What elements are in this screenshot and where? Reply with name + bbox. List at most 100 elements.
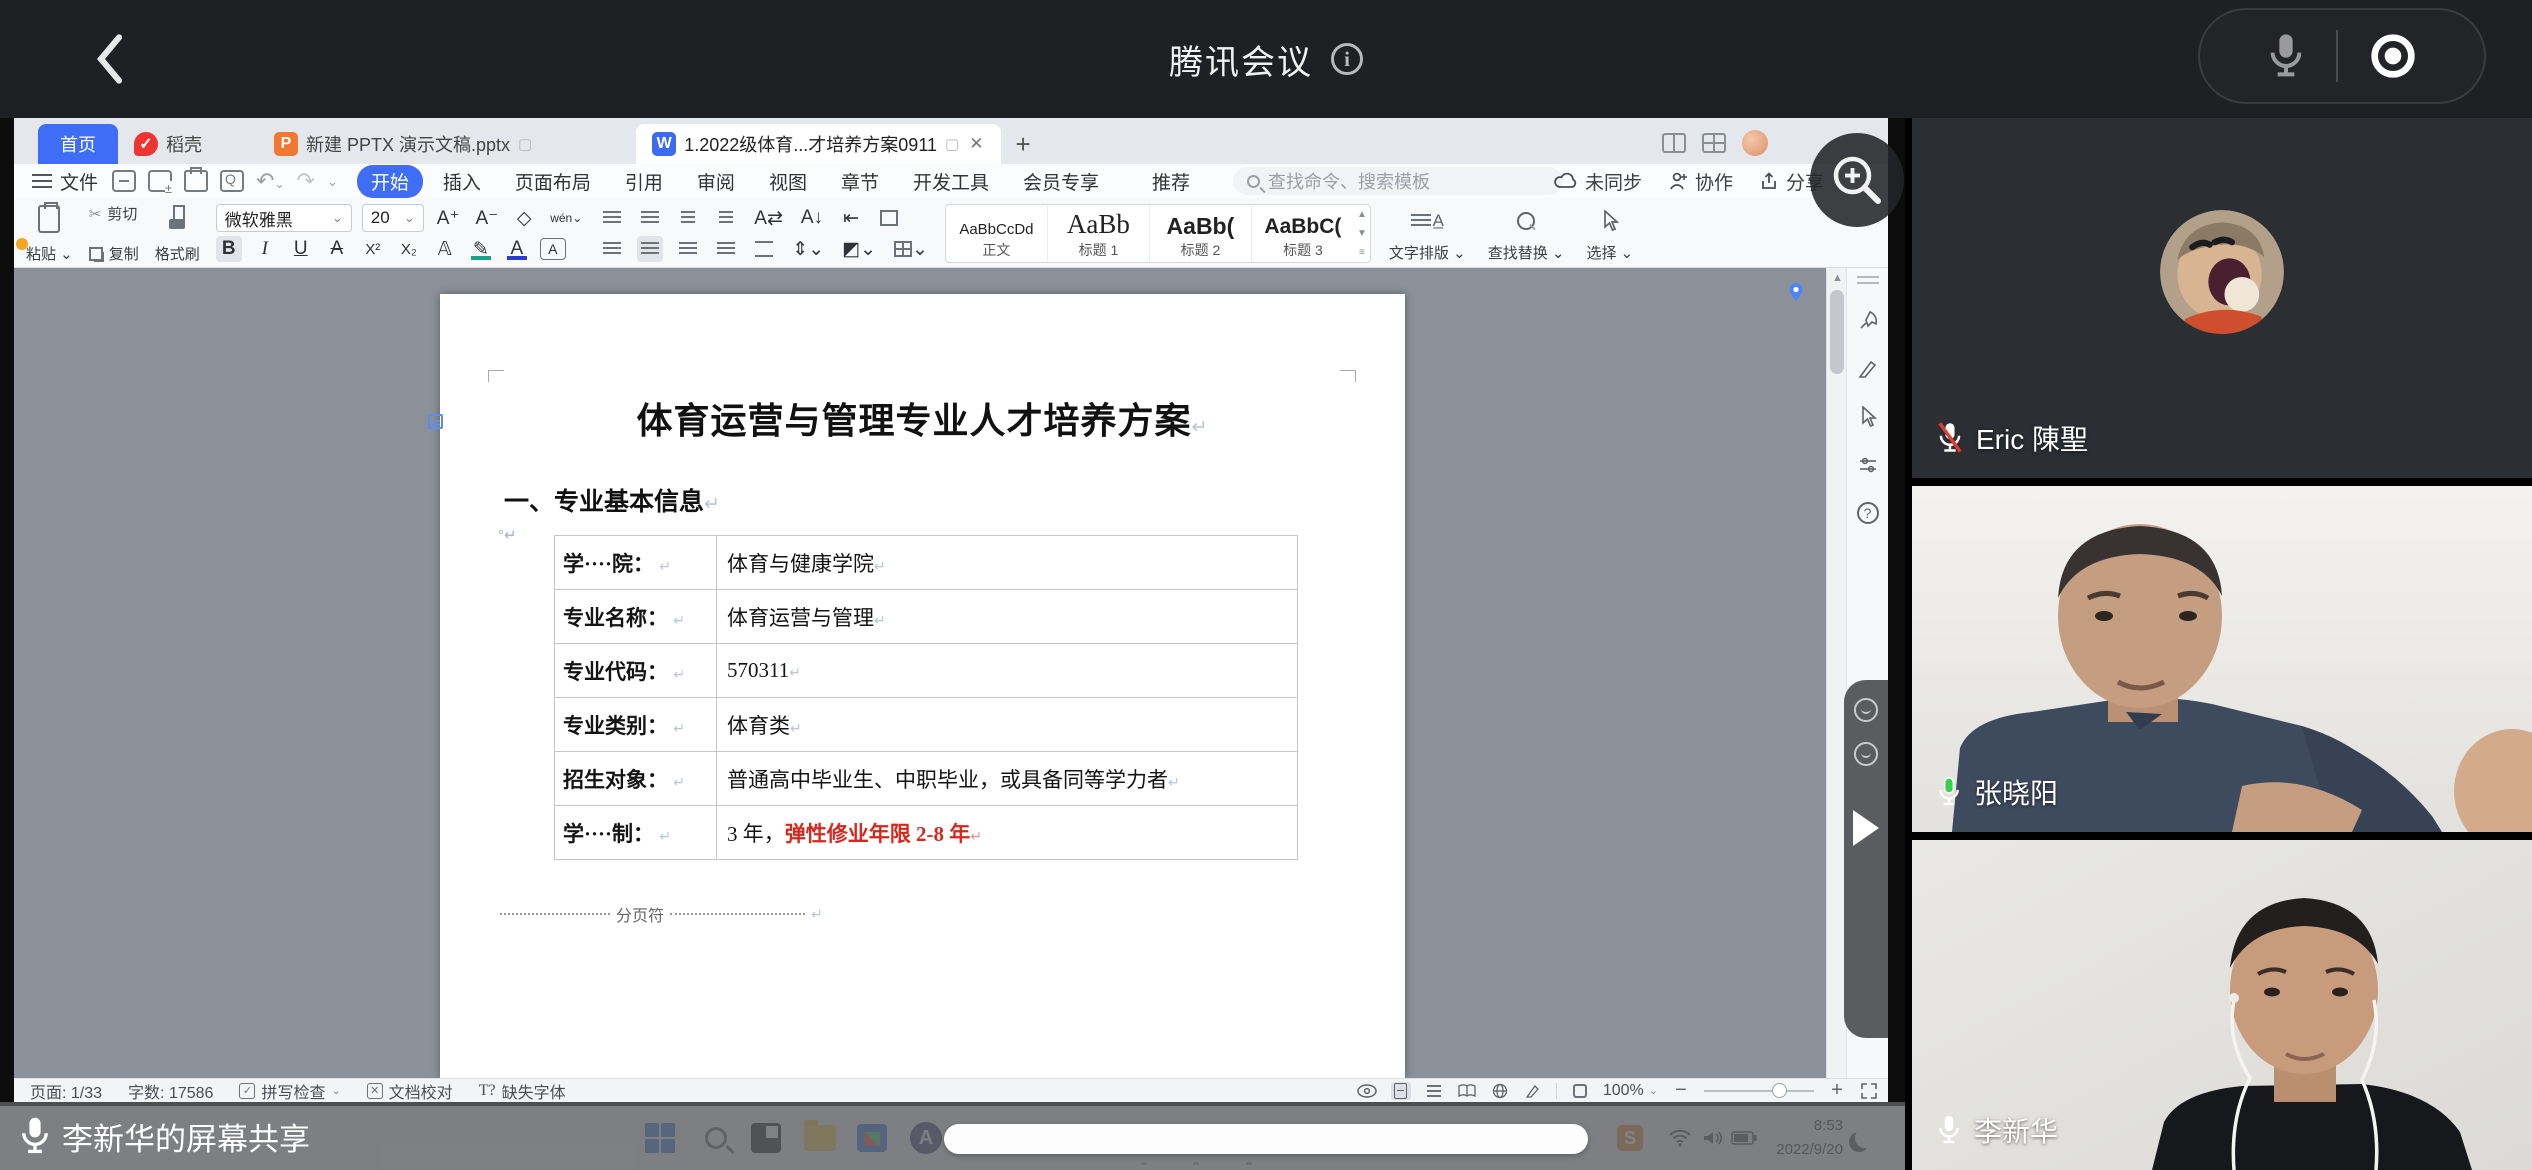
redo-icon[interactable]: ↷ [297,170,315,192]
tab-docer[interactable]: ✓ 稻壳 [118,124,218,164]
style-heading3[interactable]: AaBbC( 标题 3 [1252,205,1354,262]
participant-tile-eric[interactable]: Eric 陳聖 [1912,118,2532,478]
spell-check-toggle[interactable]: ✓ 拼写检查⌄ [239,1079,340,1103]
read-mode-icon[interactable] [1457,1082,1477,1100]
participant-tile-lixinhua[interactable]: 李新华 [1912,840,2532,1170]
collaborate-button[interactable]: 协作 [1668,168,1733,195]
undo-icon[interactable]: ↶⌄ [256,170,285,192]
sidebar-collapse-handle[interactable] [1844,680,1888,1038]
text-effects-icon[interactable]: 𝔸 [432,236,458,262]
align-left-icon[interactable] [599,236,625,262]
info-icon[interactable]: i [1331,43,1363,75]
menu-tab-recommend[interactable]: 推荐 [1138,165,1204,198]
vertical-scrollbar[interactable]: ▲ [1826,268,1846,1078]
menu-tab-start[interactable]: 开始 [357,165,423,198]
menu-tab-review[interactable]: 审阅 [683,165,749,198]
copy-button[interactable]: 复制 [89,243,139,264]
word-count[interactable]: 字数: 17586 [128,1079,213,1103]
document-canvas[interactable]: 体育运营与管理专业人才培养方案↵ 一、专业基本信息↵ °↵ 学····院： ↵ … [14,268,1888,1078]
web-layout-icon[interactable] [1490,1082,1510,1100]
eye-protect-icon[interactable] [1356,1083,1378,1099]
close-tab-icon[interactable]: ✕ [967,134,985,154]
print-icon[interactable] [184,170,208,192]
font-size-select[interactable]: 20 ⌄ [362,204,424,232]
cut-button[interactable]: ✂ 剪切 [89,203,139,224]
document-page[interactable]: 体育运营与管理专业人才培养方案↵ 一、专业基本信息↵ °↵ 学····院： ↵ … [440,294,1405,1078]
line-spacing-icon[interactable]: ⇕⌄ [789,236,827,262]
tab-current-doc[interactable]: W 1.2022级体育...才培养方案0911 ▢ ✕ [636,124,1001,164]
style-heading2[interactable]: AaBb( 标题 2 [1150,205,1252,262]
print-preview-icon[interactable] [220,170,244,192]
distribute-icon[interactable] [751,236,777,262]
rail-drag-handle[interactable] [1857,276,1879,284]
text-direction-icon[interactable]: A⇄ [751,205,786,231]
zoom-level[interactable]: 100%⌄ [1603,1082,1658,1100]
clear-format-icon[interactable]: ◇ [511,205,537,231]
missing-font-button[interactable]: T? 缺失字体 [479,1079,566,1103]
proofread-button[interactable]: ✕ 文档校对 [367,1079,453,1103]
reaction-emoji-icon[interactable] [1854,698,1878,722]
style-heading1[interactable]: AaBb 标题 1 [1048,205,1150,262]
bullet-list-icon[interactable] [599,205,625,231]
collapse-arrow-icon[interactable] [1853,810,1879,846]
increase-font-icon[interactable]: A⁺ [434,205,463,231]
save-icon[interactable] [112,170,136,192]
paste-button[interactable]: 粘贴 ⌄ [24,203,75,264]
account-avatar[interactable] [1742,130,1768,156]
page-view-icon[interactable] [1391,1082,1411,1100]
fullscreen-icon[interactable] [1860,1082,1878,1100]
ink-pen-icon[interactable] [1857,358,1879,380]
character-shading-icon[interactable]: A [540,238,566,260]
shading-icon[interactable]: ◩⌄ [839,236,879,262]
find-replace-button[interactable]: 查找替换 ⌄ [1484,203,1569,264]
location-pin-icon[interactable] [1786,282,1806,302]
menu-tab-page-layout[interactable]: 页面布局 [501,165,605,198]
numbered-list-icon[interactable] [637,205,663,231]
style-scroll-down-icon[interactable]: ▼ [1357,228,1367,239]
fit-page-icon[interactable] [1570,1082,1590,1100]
font-name-select[interactable]: 微软雅黑 ⌄ [216,204,352,232]
font-color-button[interactable]: A [504,236,530,262]
grid-view-icon[interactable] [1702,133,1726,153]
frame-icon[interactable] [876,205,902,231]
scroll-up-icon[interactable]: ▲ [1832,272,1843,284]
sync-status[interactable]: 未同步 [1554,168,1642,195]
scrollbar-thumb[interactable] [1830,290,1844,374]
increase-indent-icon[interactable] [713,205,739,231]
select-button[interactable]: 选择 ⌄ [1582,203,1637,264]
select-cursor-icon[interactable] [1858,406,1878,428]
superscript-button[interactable]: X² [360,236,386,262]
new-tab-icon[interactable]: + [1015,129,1030,160]
ink-mode-icon[interactable] [1523,1082,1543,1100]
menu-tab-dev-tools[interactable]: 开发工具 [899,165,1003,198]
tab-pptx[interactable]: P 新建 PPTX 演示文稿.pptx ▢ [258,124,548,164]
help-icon[interactable]: ? [1857,502,1879,524]
outline-view-icon[interactable] [1424,1082,1444,1100]
align-center-icon[interactable] [637,236,663,262]
subscript-button[interactable]: X₂ [396,236,422,262]
wrap-icon[interactable]: ⇤ [838,205,864,231]
settings-sliders-icon[interactable] [1857,454,1879,476]
tab-pin-icon[interactable]: ▢ [518,135,532,153]
italic-button[interactable]: I [252,236,278,262]
style-gallery-expand-icon[interactable]: ≡ [1359,247,1365,258]
highlight-color-button[interactable]: ✎ [468,236,494,262]
reaction-flash-icon[interactable] [1854,742,1878,766]
command-search-input[interactable]: 查找命令、搜索模板 [1233,167,1563,195]
menu-tab-sections[interactable]: 章节 [827,165,893,198]
participant-tile-zhangxiaoyang[interactable]: 张晓阳 [1912,486,2532,832]
format-painter-button[interactable]: 格式刷 [153,203,202,264]
zoom-slider-knob[interactable] [1772,1083,1787,1098]
tab-pin-icon[interactable]: ▢ [945,135,959,153]
export-icon[interactable] [148,170,172,192]
style-normal[interactable]: AaBbCcDd 正文 [946,205,1048,262]
menu-tab-member[interactable]: 会员专享 [1009,165,1113,198]
phonetic-guide-icon[interactable]: wén⌄ [547,205,585,231]
text-layout-button[interactable]: A̲ 文字排版 ⌄ [1385,203,1470,264]
bold-button[interactable]: B [216,236,242,262]
style-scroll-up-icon[interactable]: ▲ [1357,209,1367,220]
split-view-icon[interactable] [1662,133,1686,153]
menu-tab-insert[interactable]: 插入 [429,165,495,198]
microphone-icon[interactable] [2266,30,2306,82]
decrease-font-icon[interactable]: A⁻ [473,205,502,231]
